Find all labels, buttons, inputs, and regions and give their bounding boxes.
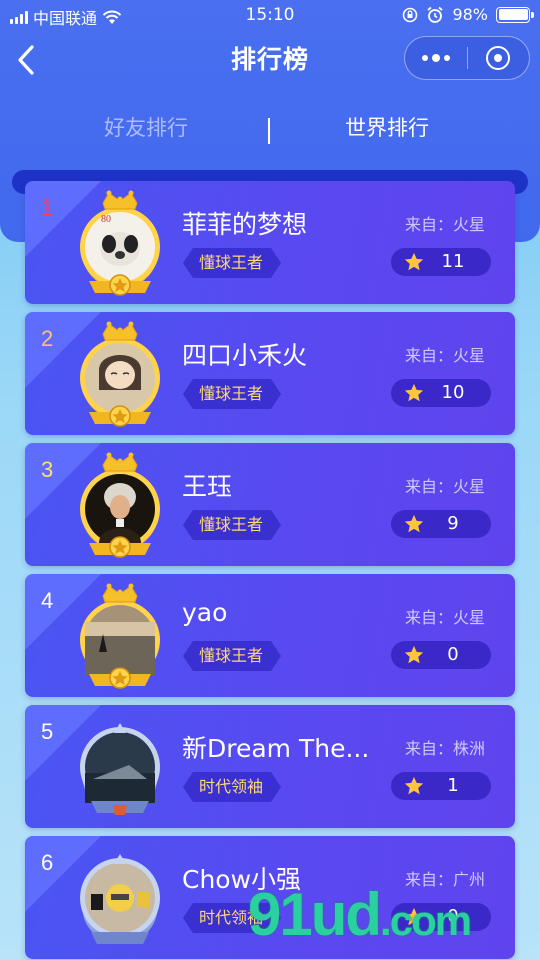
score-value: 1 [447, 775, 459, 796]
list-item[interactable]: 3 王珏 来自：火星 懂球王者 9 [25, 443, 515, 566]
rank-number: 3 [41, 457, 54, 482]
list-item[interactable]: 2 四口小禾火 来自：火星 懂球王者 10 [25, 312, 515, 435]
list-item[interactable]: 4 yao 来自：火星 懂球王者 0 [25, 574, 515, 697]
battery-icon [496, 6, 534, 23]
score-value: 9 [447, 513, 459, 534]
player-title-badge: 懂球王者 [183, 379, 281, 409]
player-name: 王珏 [182, 472, 233, 501]
alarm-icon [427, 6, 444, 23]
silver-frame-avatar [80, 723, 160, 815]
gold-frame-avatar: 80 [80, 190, 160, 296]
player-title-badge: 时代领袖 [183, 772, 281, 802]
score-pill: 11 [391, 248, 491, 276]
miniprogram-capsule [404, 36, 530, 80]
player-name: yao [182, 598, 228, 627]
rank-number: 2 [41, 326, 54, 351]
score-value: 11 [441, 251, 465, 272]
player-title-badge: 懂球王者 [183, 641, 281, 671]
ranking-tabs: 好友排行 世界排行 [0, 112, 540, 152]
star-icon [404, 776, 424, 795]
player-origin: 来自：株洲 [405, 739, 486, 758]
star-icon [404, 514, 424, 533]
status-right: 98% [402, 5, 534, 24]
score-pill: 10 [391, 379, 491, 407]
player-origin: 来自：火星 [405, 346, 486, 365]
player-name: 新Dream The... [182, 734, 370, 763]
rank-number: 4 [41, 588, 54, 613]
rank-number: 6 [41, 850, 54, 875]
list-item[interactable]: 5 新Dream The... 来自：株洲 时代领袖 1 [25, 705, 515, 828]
score-pill: 1 [391, 772, 491, 800]
player-title-badge: 懂球王者 [183, 248, 281, 278]
list-item[interactable]: 1 80 菲菲的梦想 来自：火星 懂球王者 11 [25, 181, 515, 304]
score-pill: 9 [391, 510, 491, 538]
close-miniprogram-button[interactable] [468, 36, 529, 80]
star-icon [404, 383, 424, 402]
player-title-badge: 懂球王者 [183, 510, 281, 540]
player-origin: 来自：火星 [405, 608, 486, 627]
gold-frame-avatar [80, 321, 160, 427]
silver-frame-avatar [80, 854, 160, 944]
player-origin: 来自：火星 [405, 477, 486, 496]
rotation-lock-icon [403, 7, 418, 22]
player-origin: 来自：火星 [405, 215, 486, 234]
gold-frame-avatar [80, 452, 160, 558]
score-pill: 0 [391, 641, 491, 669]
rank-number: 5 [41, 719, 54, 744]
target-icon [486, 46, 511, 70]
player-name: 四口小禾火 [182, 341, 308, 370]
status-bar: 中国联通 15:10 98% [0, 0, 540, 30]
rank-number: 1 [41, 195, 54, 220]
svg-text:80: 80 [101, 214, 111, 225]
star-icon [404, 645, 424, 664]
watermark: 91ud.com [248, 880, 472, 949]
tab-divider [268, 118, 270, 144]
score-value: 0 [447, 644, 459, 665]
watermark-suffix: .com [380, 897, 472, 944]
more-menu-button[interactable] [405, 36, 467, 80]
tab-friends-ranking[interactable]: 好友排行 [104, 112, 188, 142]
watermark-main: 91ud [248, 881, 382, 948]
battery-percent: 98% [452, 5, 488, 24]
score-value: 10 [441, 382, 465, 403]
gold-frame-avatar [80, 583, 160, 689]
star-icon [404, 252, 424, 271]
tab-world-ranking[interactable]: 世界排行 [345, 112, 429, 142]
player-name: 菲菲的梦想 [182, 210, 308, 239]
